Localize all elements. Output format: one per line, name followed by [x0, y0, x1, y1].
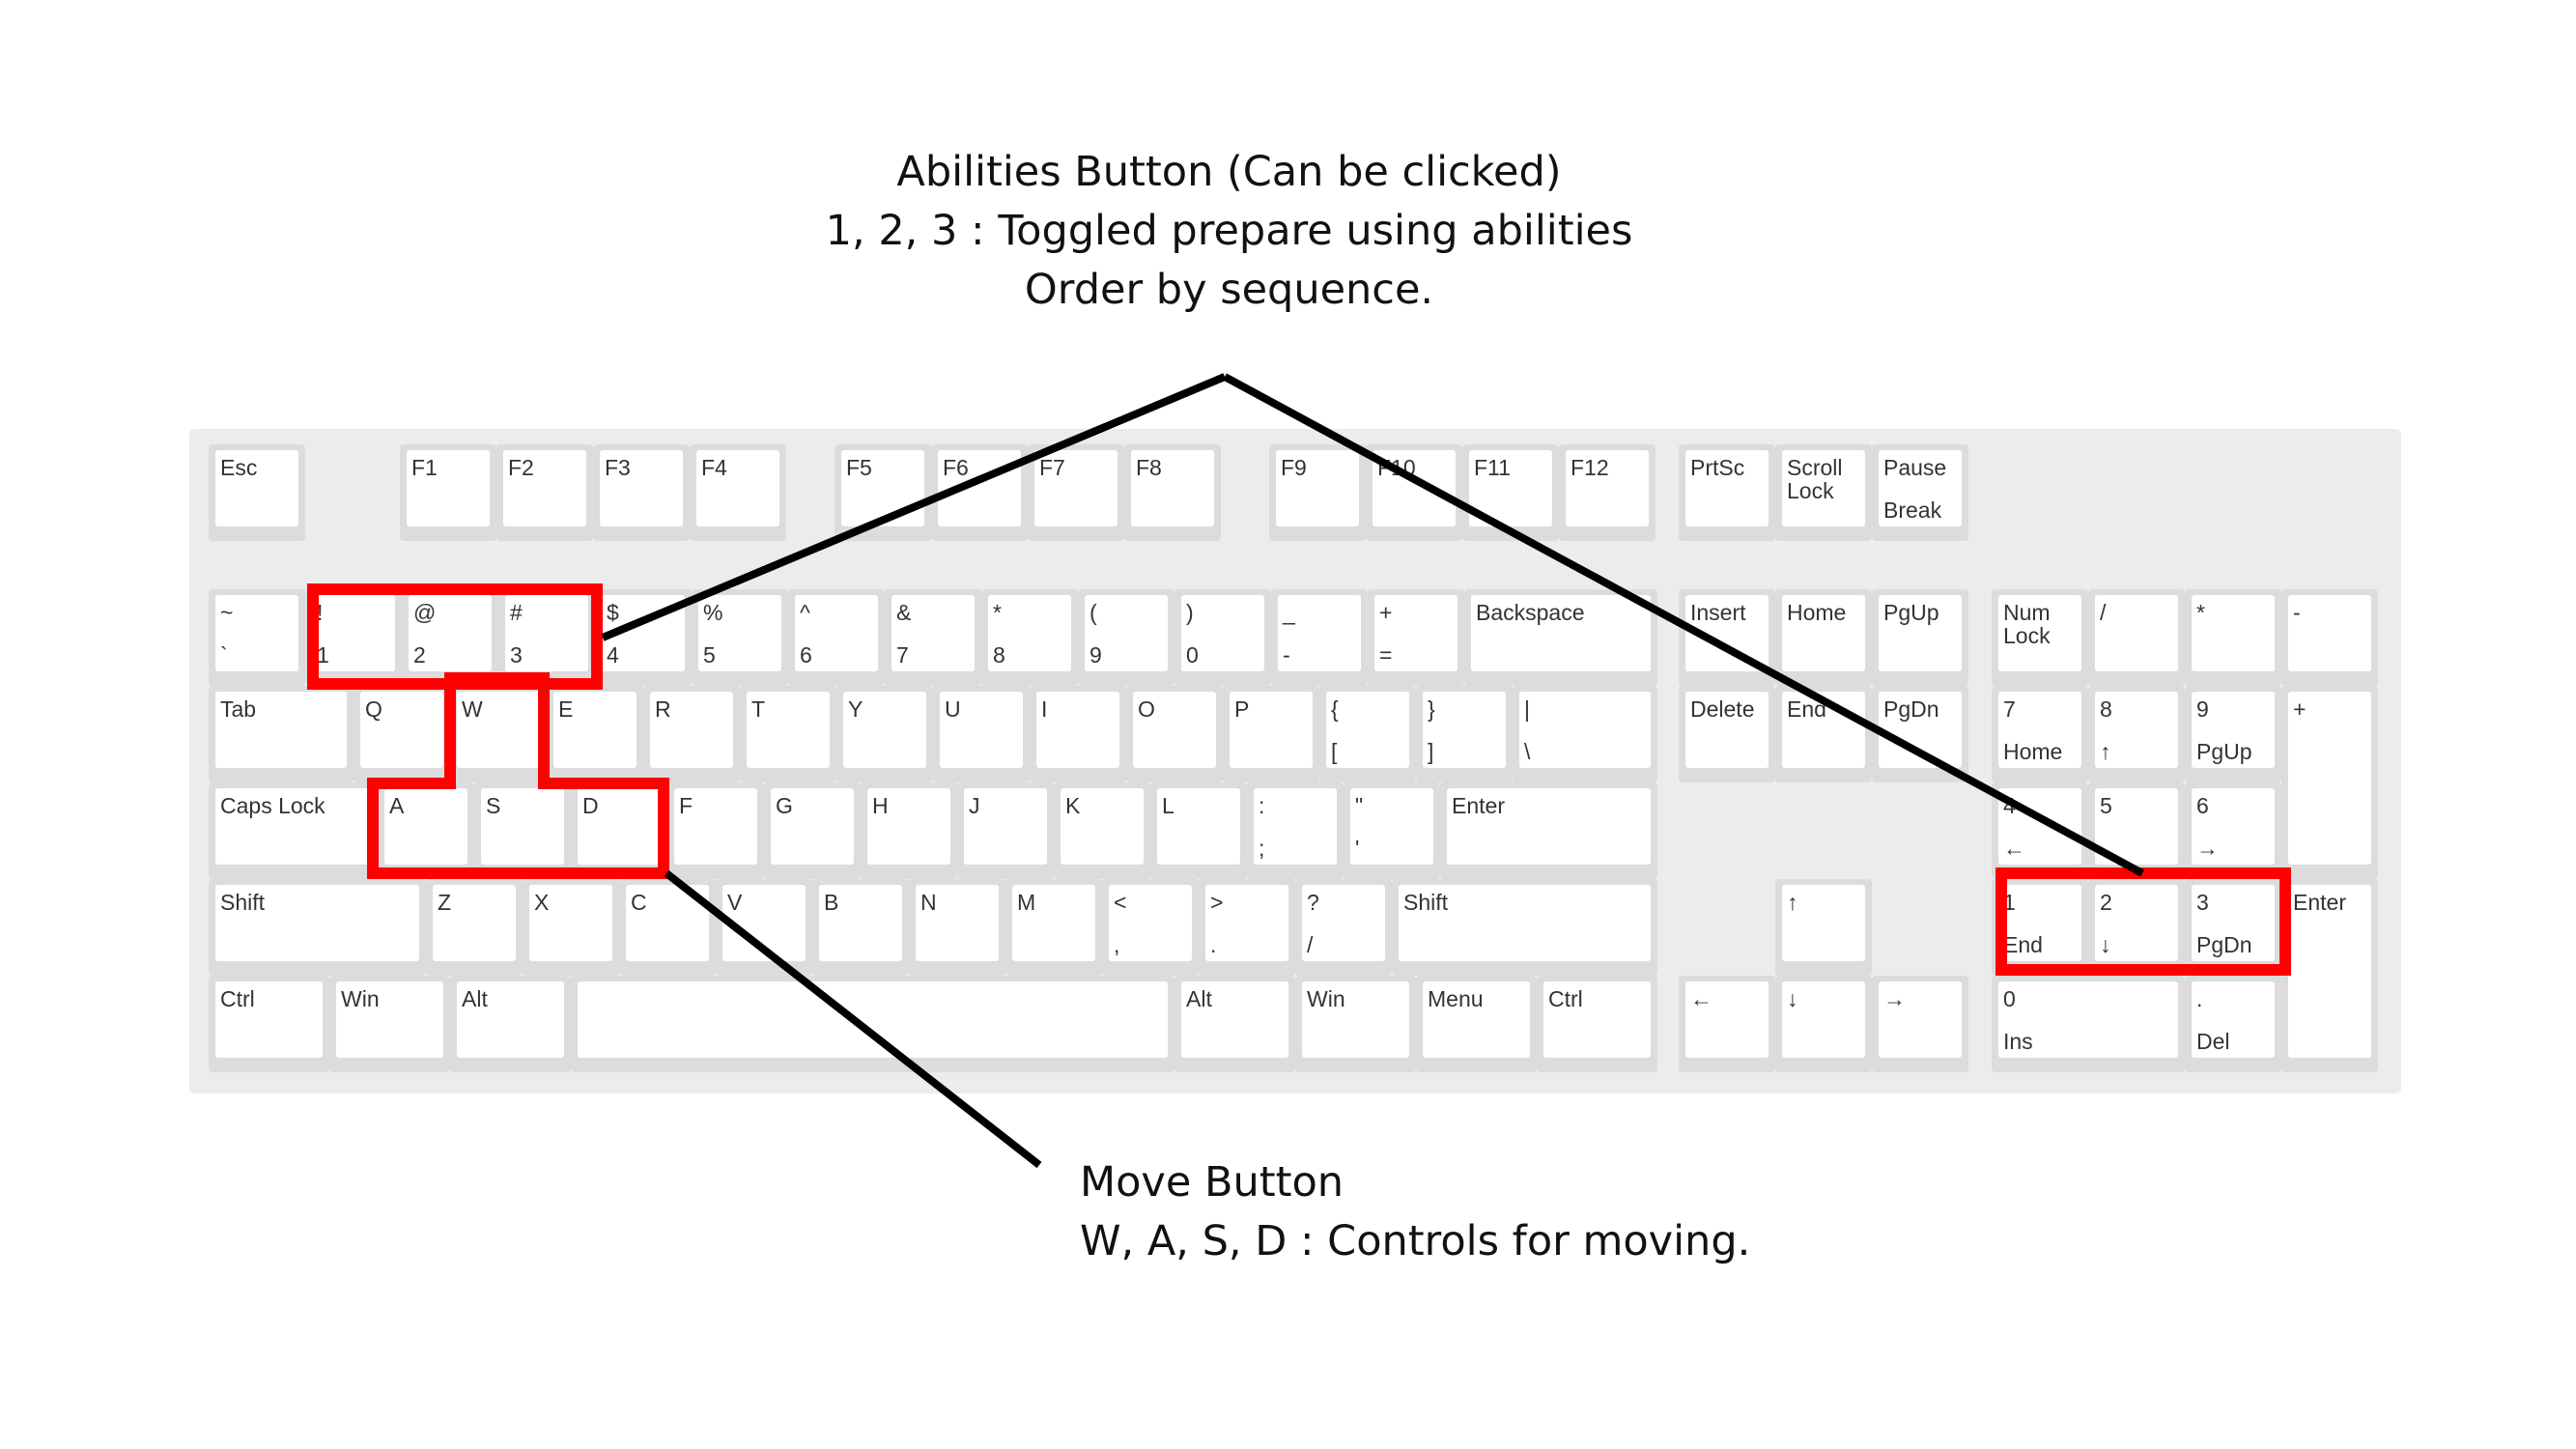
move-leader-line [664, 869, 1042, 1169]
abilities-leader-line-left [601, 373, 1227, 641]
move-annotation: Move Button W, A, S, D : Controls for mo… [1080, 1153, 1750, 1271]
move-annotation-line-1: Move Button [1080, 1158, 1345, 1207]
abilities-leader-line-right [1223, 373, 2144, 877]
move-annotation-line-2: W, A, S, D : Controls for moving. [1080, 1217, 1751, 1265]
